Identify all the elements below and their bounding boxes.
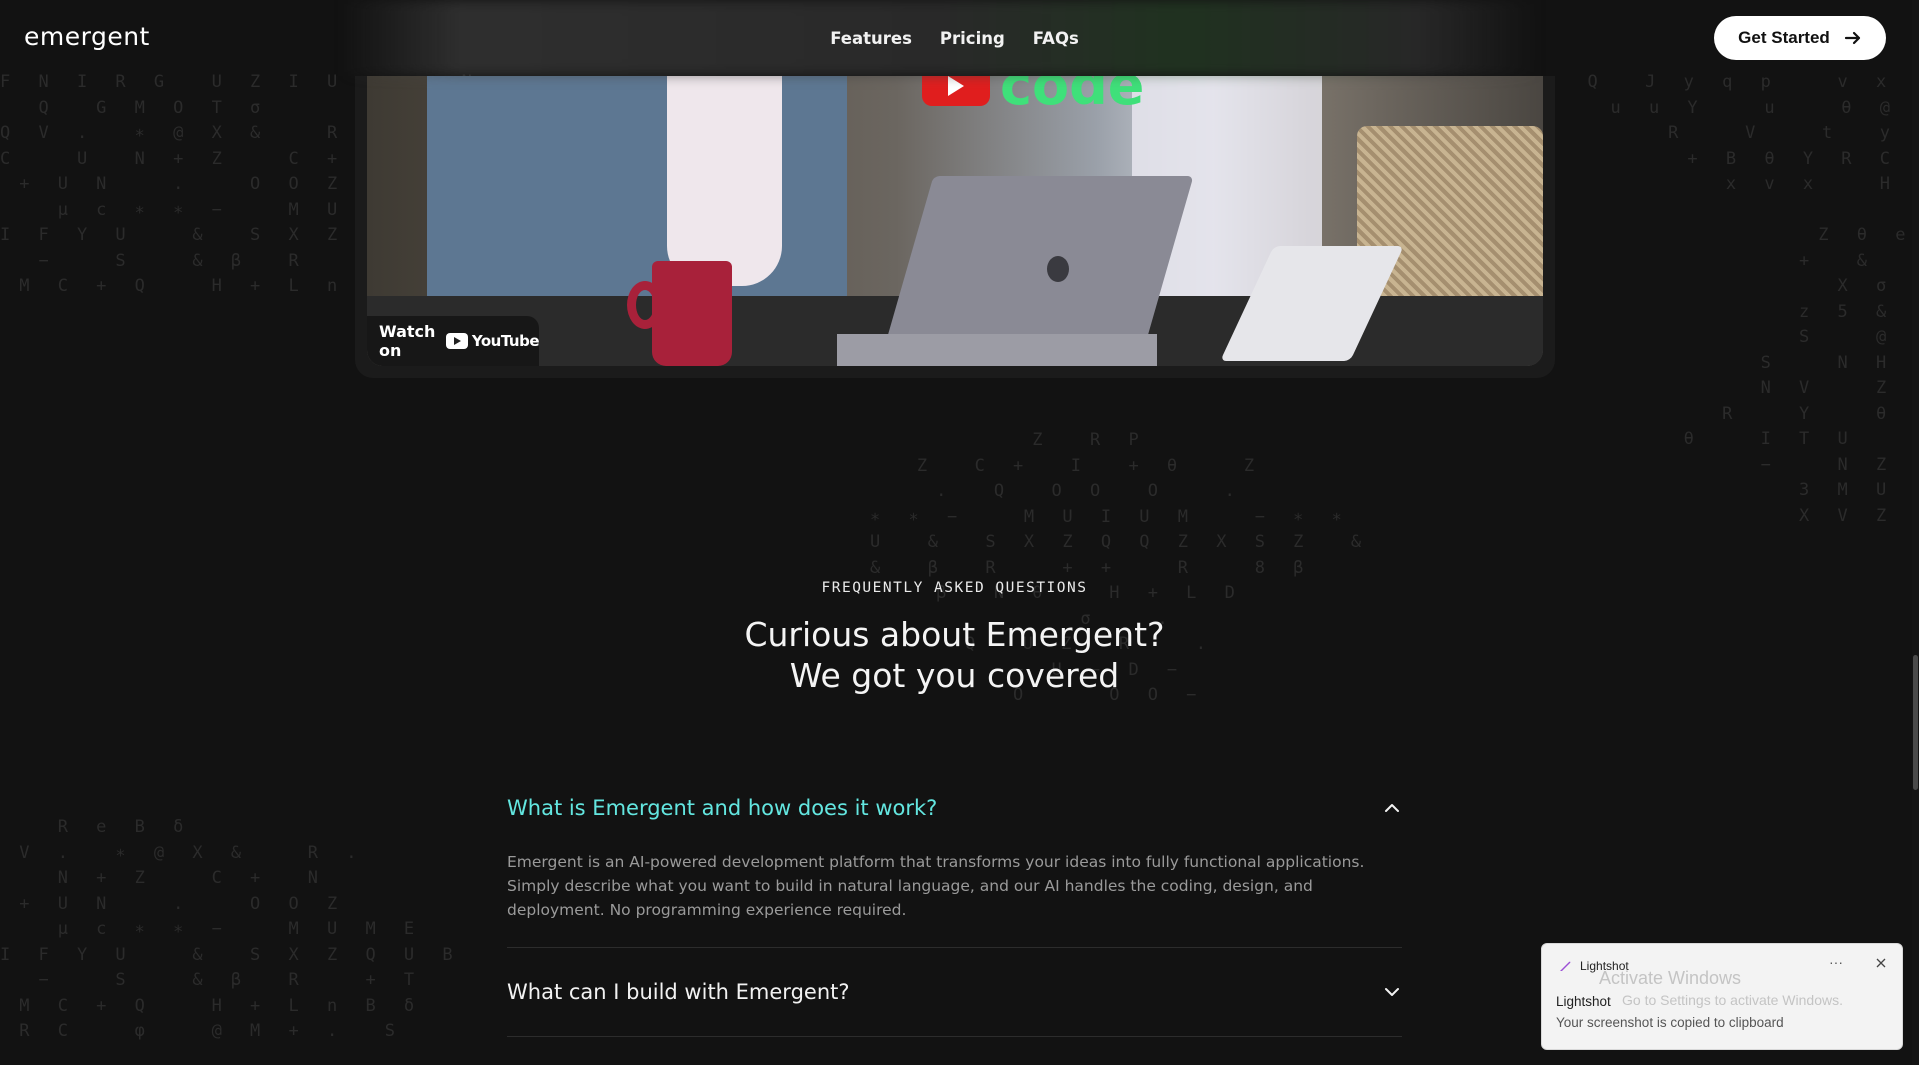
more-options-icon[interactable]: ··· — [1829, 954, 1843, 970]
get-started-label: Get Started — [1738, 28, 1830, 47]
ascii-left-lower-block: R e B δ V . ∗ @ X & R . N + Z C + N + U … — [0, 817, 462, 1041]
faq-title-line2: We got you covered — [789, 656, 1120, 695]
activate-windows-subtext: Go to Settings to activate Windows. — [1622, 992, 1843, 1008]
ascii-left-block: F N I R G U Z I U . N Q G M O T σ Z R V … — [0, 72, 491, 296]
youtube-logo: YouTube — [445, 332, 540, 350]
ascii-right-block: Q J y q p v x s p s u u Y u θ @ R V t y … — [1587, 72, 1919, 526]
faq-question-toggle[interactable]: What is Emergent and how does it work? — [507, 790, 1402, 826]
emergent-logo[interactable]: emergent — [24, 22, 150, 51]
nav-links: Features Pricing FAQs — [830, 29, 1079, 48]
watch-on-youtube-button[interactable]: Watch on YouTube — [367, 316, 540, 366]
faq-item: What is Emergent and how does it work? E… — [507, 790, 1402, 948]
nav-link-faqs[interactable]: FAQs — [1033, 29, 1079, 48]
faq-question-toggle[interactable]: What can I build with Emergent? — [507, 948, 1402, 1036]
apple-logo-icon — [1047, 256, 1069, 282]
faq-answer: Emergent is an AI-powered development pl… — [507, 853, 1365, 919]
close-icon[interactable] — [1874, 956, 1888, 970]
youtube-code-logo: code — [922, 76, 1212, 117]
chevron-up-icon[interactable] — [1382, 798, 1402, 818]
video-mug — [652, 261, 732, 366]
lightshot-notification[interactable]: Activate Windows Go to Settings to activ… — [1541, 943, 1903, 1050]
notification-title: Lightshot — [1556, 994, 1611, 1009]
faq-question: What is Emergent and how does it work? — [507, 796, 938, 820]
code-logo-text: code — [1000, 76, 1145, 117]
video-person-tee — [667, 76, 782, 286]
notification-header: Lightshot — [1558, 959, 1629, 973]
watch-on-label: Watch on — [379, 322, 436, 360]
youtube-video-player[interactable]: code Watch on YouTube — [367, 76, 1543, 366]
scrollbar-track[interactable] — [1912, 0, 1919, 1065]
notification-message: Your screenshot is copied to clipboard — [1556, 1015, 1784, 1030]
scrollbar-thumb[interactable] — [1913, 655, 1918, 790]
youtube-icon — [445, 333, 468, 349]
video-laptop-base — [837, 334, 1157, 366]
faq-list: What is Emergent and how does it work? E… — [507, 790, 1402, 1037]
faq-title: Curious about Emergent? We got you cover… — [0, 614, 1909, 696]
nav-link-pricing[interactable]: Pricing — [940, 29, 1005, 48]
faq-question: What can I build with Emergent? — [507, 980, 850, 1004]
faq-eyebrow: FREQUENTLY ASKED QUESTIONS — [821, 580, 1088, 596]
youtube-logo-text: YouTube — [471, 332, 540, 350]
arrow-right-icon — [1844, 31, 1860, 45]
nav-link-features[interactable]: Features — [830, 29, 912, 48]
faq-item: What can I build with Emergent? — [507, 948, 1402, 1037]
youtube-play-icon[interactable] — [922, 76, 990, 106]
top-navbar: emergent Features Pricing FAQs Get Start… — [0, 0, 1919, 76]
feather-icon — [1560, 961, 1571, 971]
notification-app-name: Lightshot — [1580, 959, 1629, 973]
chevron-down-icon[interactable] — [1382, 982, 1402, 1002]
get-started-button[interactable]: Get Started — [1714, 16, 1886, 60]
faq-title-line1: Curious about Emergent? — [744, 615, 1165, 654]
